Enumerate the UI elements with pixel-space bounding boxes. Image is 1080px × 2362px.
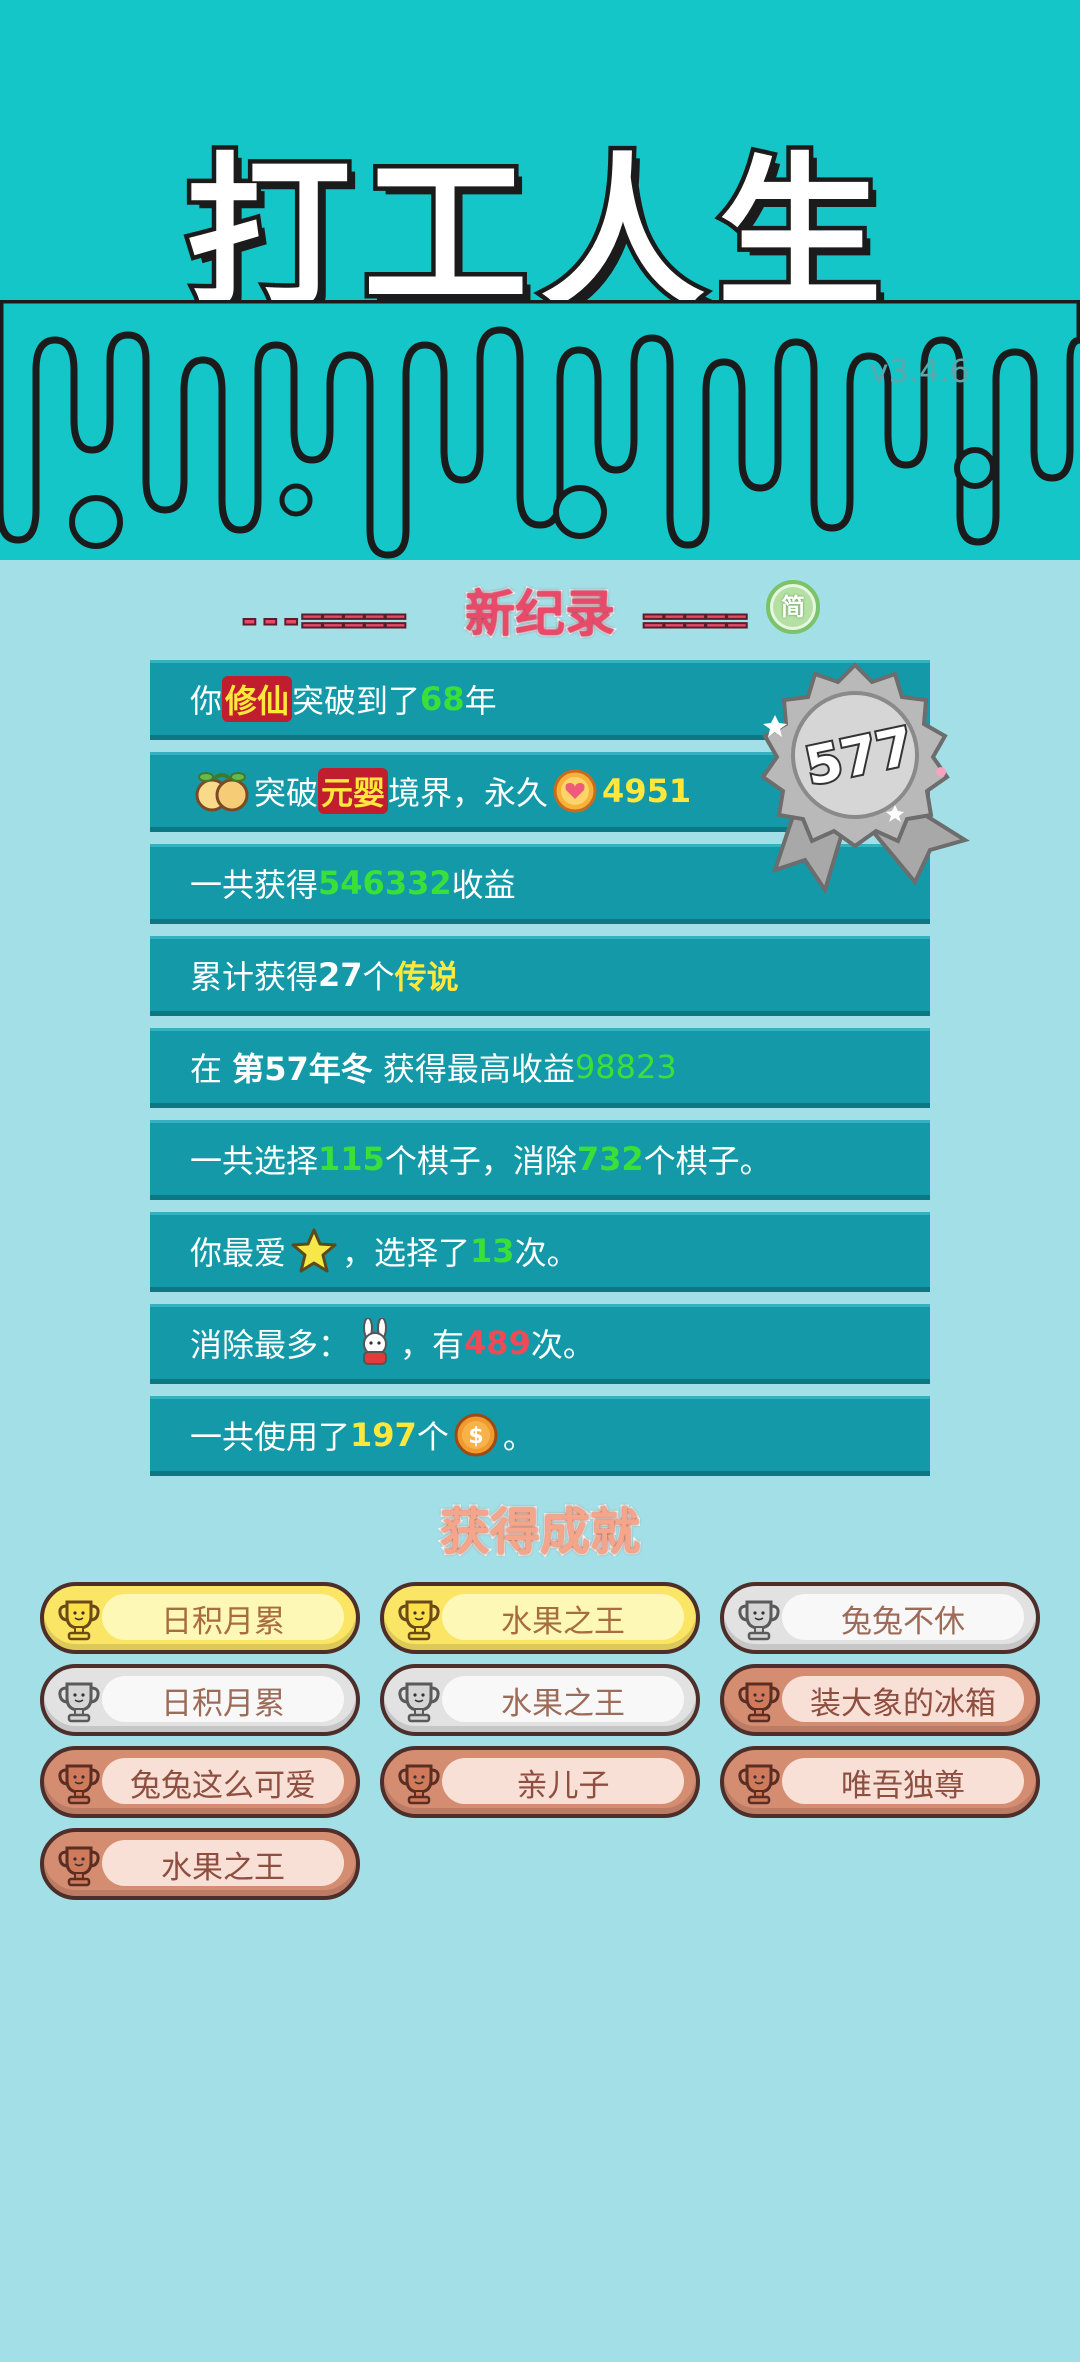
trophy-icon — [58, 1846, 100, 1887]
stat-text: 次。 — [514, 1234, 579, 1272]
trophy-icon — [738, 1764, 780, 1805]
stat-text: 一共获得 — [190, 866, 319, 904]
trophy-icon — [398, 1600, 440, 1641]
stat-text: 消除最多： — [190, 1326, 351, 1364]
achievement-badge[interactable]: 水果之王 — [40, 1828, 360, 1900]
achievement-label: 日积月累 — [161, 1603, 285, 1640]
simplified-toggle-button[interactable]: 简 — [766, 580, 820, 634]
achievement-badge[interactable]: 日积月累 — [40, 1582, 360, 1654]
stat-text: 境界，永久 — [388, 774, 549, 812]
trophy-icon — [58, 1682, 100, 1723]
trophy-icon — [58, 1764, 100, 1805]
achievement-badge[interactable]: 兔兔这么可爱 — [40, 1746, 360, 1818]
stat-text: 获得最高收益 — [372, 1050, 575, 1088]
stat-value: 546332 — [318, 864, 452, 902]
achievement-badge[interactable]: 唯吾独尊 — [720, 1746, 1040, 1818]
stat-row-pieces: 一共选择 115 个棋子，消除 732 个棋子。 — [150, 1120, 930, 1200]
stat-value: 27 — [318, 956, 363, 994]
stat-value: 115 — [318, 1140, 385, 1178]
stat-row-max-income: 在 第57年冬 获得最高收益 98823 — [150, 1028, 930, 1108]
stat-text: 收益 — [451, 866, 516, 904]
stat-value: 68 — [420, 680, 465, 718]
achievement-label: 水果之王 — [501, 1685, 625, 1722]
stat-value: 4951 — [602, 772, 692, 810]
achievement-label: 唯吾独尊 — [841, 1767, 965, 1804]
stat-row-favorite: 你最爱 ，选择了 13 次。 — [150, 1212, 930, 1292]
stat-text: 个棋子。 — [643, 1142, 772, 1180]
stat-text: ，选择了 — [342, 1234, 471, 1272]
achievement-label: 水果之王 — [161, 1849, 285, 1886]
stat-value: 13 — [470, 1232, 515, 1270]
stat-text: 。 — [502, 1418, 535, 1456]
stat-text: 你最爱 — [190, 1234, 287, 1272]
stat-text: 突破 — [254, 774, 319, 812]
trophy-icon — [738, 1600, 780, 1641]
stat-text: 累计获得 — [190, 958, 319, 996]
achievement-badge[interactable]: 日积月累 — [40, 1664, 360, 1736]
drip-decoration — [0, 300, 1080, 559]
version-label: v3.4.6 — [869, 352, 970, 390]
stat-text: 年 — [464, 682, 497, 720]
achievement-label: 亲儿子 — [516, 1767, 610, 1804]
achievement-badge[interactable]: 装大象的冰箱 — [720, 1664, 1040, 1736]
achievement-badge[interactable]: 亲儿子 — [380, 1746, 700, 1818]
peach-icon — [195, 772, 249, 812]
stat-text: 你 — [190, 682, 223, 720]
stat-value: 第57年冬 — [232, 1050, 373, 1088]
stat-text: 个棋子，消除 — [384, 1142, 577, 1180]
stat-text: 突破到了 — [292, 682, 421, 720]
achievements-title: 获得成就 — [439, 1502, 642, 1563]
achievement-badge[interactable]: 兔兔不休 — [720, 1582, 1040, 1654]
achievement-label: 兔兔不休 — [841, 1603, 965, 1640]
header: 打工人生 v3.4.6 — [0, 0, 1080, 560]
stat-row-legend: 累计获得 27 个 传说 — [150, 936, 930, 1016]
stat-row-coins: 一共使用了 197 个 $ 。 — [150, 1396, 930, 1476]
stat-keyword: 传说 — [394, 958, 459, 996]
achievement-label: 装大象的冰箱 — [810, 1685, 996, 1722]
stat-value: 732 — [576, 1140, 644, 1178]
trophy-icon — [738, 1682, 780, 1723]
trophy-icon — [398, 1764, 440, 1805]
stat-keyword: 元婴 — [318, 768, 389, 814]
achievement-badge[interactable]: 水果之王 — [380, 1664, 700, 1736]
stat-text: 在 — [190, 1050, 233, 1088]
stat-text: 个 — [416, 1418, 449, 1456]
stat-text: 次。 — [530, 1326, 595, 1364]
record-title: 新纪录 — [464, 584, 617, 645]
svg-text:$: $ — [468, 1424, 483, 1449]
trophy-icon — [58, 1600, 100, 1641]
trophy-icon — [398, 1682, 440, 1723]
heart-coin-icon — [553, 769, 597, 813]
achievement-label: 日积月累 — [161, 1685, 285, 1722]
stat-value: 197 — [350, 1416, 417, 1454]
stat-value: 98823 — [574, 1048, 677, 1086]
stat-text: 一共选择 — [190, 1142, 319, 1180]
stat-text: 个 — [362, 958, 395, 996]
achievement-label: 兔兔这么可爱 — [130, 1767, 316, 1804]
dollar-coin-icon: $ — [454, 1413, 498, 1457]
rabbit-icon — [363, 1318, 388, 1365]
stat-keyword: 修仙 — [222, 676, 293, 722]
star-icon — [291, 1228, 337, 1273]
stat-text: 一共使用了 — [190, 1418, 351, 1456]
medal-badge-icon: 577 — [760, 662, 970, 895]
stat-row-eliminated: 消除最多： ，有 489 次。 — [150, 1304, 930, 1384]
achievement-badge[interactable]: 水果之王 — [380, 1582, 700, 1654]
stat-text: ，有 — [400, 1326, 465, 1364]
achievement-label: 水果之王 — [501, 1603, 625, 1640]
record-heading: ---===== 新纪录 ===== - 简 — [0, 570, 1080, 645]
stat-value: 489 — [464, 1324, 531, 1362]
